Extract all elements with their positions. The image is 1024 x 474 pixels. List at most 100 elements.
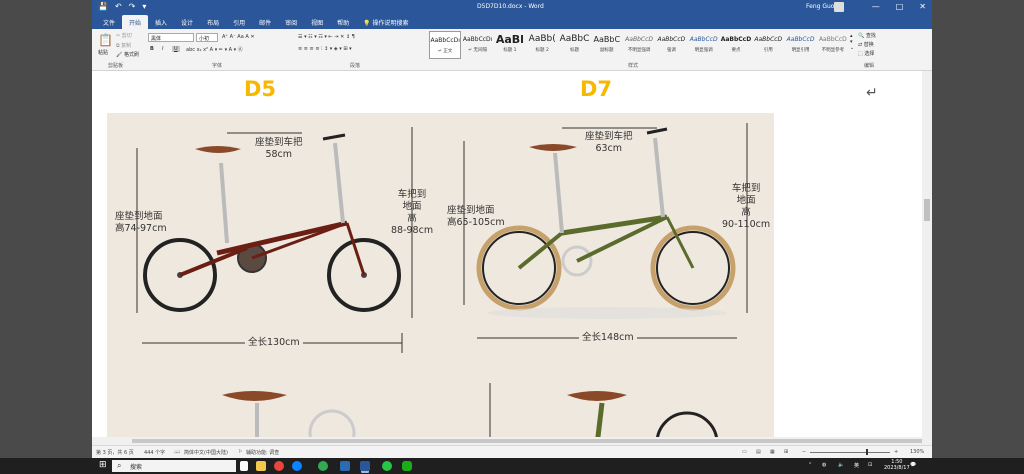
find-button[interactable]: 🔍 查找 — [858, 32, 876, 39]
font-size-select[interactable]: 小初 — [196, 33, 218, 42]
page-count[interactable]: 第 3 页，共 6 页 — [96, 449, 134, 456]
web-layout-icon[interactable]: ⊞ — [784, 449, 788, 455]
taskbar-search-box[interactable]: ⌕ 搜索 — [112, 460, 236, 472]
cut-button[interactable]: ✂ 剪切 — [116, 32, 132, 39]
zoom-slider[interactable] — [810, 452, 890, 453]
tab-insert[interactable]: 插入 — [148, 15, 174, 29]
word-taskbar-icon[interactable] — [360, 461, 370, 471]
style-item[interactable]: AaBbCcD 不明显强调 — [623, 31, 655, 59]
copy-button[interactable]: ⧉ 复制 — [116, 42, 131, 49]
save-icon[interactable]: 💾 — [98, 2, 108, 11]
edge-browser-icon[interactable] — [292, 461, 302, 471]
avatar[interactable] — [834, 2, 844, 12]
paste-icon[interactable]: 📋 — [98, 33, 113, 47]
style-name: 标题 — [569, 48, 579, 53]
input-method[interactable]: 英 — [854, 462, 859, 469]
style-item[interactable]: AaBbCcDı ↵ 正文 — [429, 31, 462, 59]
undo-icon[interactable]: ↶ — [115, 2, 122, 11]
clock-date: 2023/8/17 — [884, 465, 910, 471]
read-mode-icon[interactable]: ▤ — [756, 449, 761, 455]
tell-me-search[interactable]: 💡 操作说明搜索 — [356, 15, 415, 29]
vertical-scroll-thumb[interactable] — [924, 199, 930, 221]
bike-dimensions-image[interactable]: 座垫到车把 58cm 车把到 地面高 88-98cm 座垫到地面 高74-97cm 全长… — [107, 113, 774, 445]
ime-icon[interactable]: ⊡ — [868, 462, 872, 468]
tab-review[interactable]: 审阅 — [278, 15, 304, 29]
language-indicator[interactable]: 简体中文(中国大陆) — [184, 449, 228, 456]
font-effects-icons[interactable]: abc x₂ x² A ▾ ✏ ▾ A ▾ Ⓐ — [186, 46, 243, 53]
tab-references[interactable]: 引用 — [226, 15, 252, 29]
style-item[interactable]: AaBbCcD 强调 — [655, 31, 687, 59]
style-name: 要点 — [731, 48, 741, 53]
minimize-button[interactable]: — — [872, 2, 880, 11]
italic-button[interactable]: I — [162, 46, 163, 52]
format-painter-button[interactable]: 🖌 格式刷 — [116, 51, 139, 58]
paste-button[interactable]: 粘贴 — [98, 49, 108, 56]
customize-qat-icon[interactable]: ▾ — [142, 2, 146, 11]
proofing-icon[interactable]: 📖 — [174, 449, 180, 455]
horizontal-scrollbar[interactable] — [92, 437, 932, 445]
list-icons[interactable]: ☰ ▾ ☷ ▾ ☶ ▾ ⇤ ⇥ ✕ ↕ ¶ — [298, 34, 355, 40]
volume-icon[interactable]: 🔈 — [838, 462, 844, 468]
print-layout-icon[interactable]: ▦ — [770, 449, 775, 455]
style-item[interactable]: AaBbCcD 要点 — [720, 31, 752, 59]
tab-home[interactable]: 开始 — [122, 15, 149, 29]
underline-button[interactable]: U — [172, 46, 180, 52]
tab-file[interactable]: 文件 — [96, 15, 122, 29]
accessibility-icon[interactable]: ⚐ — [238, 449, 242, 455]
chat-app-icon[interactable] — [402, 461, 412, 471]
tab-layout[interactable]: 布局 — [200, 15, 226, 29]
style-preview: AaBl — [495, 33, 524, 46]
d7-bar-to-ground-value: 90-110cm — [722, 219, 771, 230]
search-icon: 🔍 — [858, 33, 866, 39]
network-icon[interactable]: ◍ — [822, 462, 826, 468]
style-item[interactable]: AaBbCcDı ↵ 无间隔 — [461, 31, 493, 59]
d5-bar-to-ground-label: 车把到 地面高 88-98cm — [391, 189, 433, 237]
maximize-button[interactable]: □ — [896, 2, 904, 11]
tab-help[interactable]: 帮助 — [330, 15, 356, 29]
clock[interactable]: 1:50 2023/8/17 — [884, 459, 910, 471]
d7-bike-drawing — [476, 127, 736, 319]
style-item[interactable]: AaBb(标题 2 — [526, 31, 558, 59]
vertical-scrollbar[interactable] — [922, 71, 932, 437]
app-red-icon[interactable] — [274, 461, 284, 471]
replace-button[interactable]: ⇄ 替换 — [858, 41, 874, 48]
style-item[interactable]: AaBbC 副标题 — [591, 31, 623, 59]
task-view-icon[interactable] — [240, 461, 248, 471]
file-explorer-icon[interactable] — [256, 461, 266, 471]
select-button[interactable]: ⬚ 选择 — [858, 50, 874, 57]
style-item[interactable]: AaBbC 标题 — [558, 31, 590, 59]
zoom-level[interactable]: 130% — [910, 449, 924, 455]
styles-more-icon[interactable]: ▴ ▾ ⌄ — [850, 33, 854, 51]
word-count[interactable]: 444 个字 — [144, 449, 165, 456]
focus-mode-icon[interactable]: ▭ — [742, 449, 747, 455]
tab-view[interactable]: 视图 — [304, 15, 330, 29]
start-windows-icon[interactable]: ⊞ — [99, 460, 109, 470]
zoom-out-icon[interactable]: − — [802, 449, 806, 455]
accessibility-status[interactable]: 辅助功能: 调查 — [246, 449, 279, 456]
user-name[interactable]: Feng Guo — [806, 3, 834, 10]
bold-button[interactable]: B — [150, 46, 154, 52]
close-button[interactable]: ✕ — [919, 2, 926, 11]
document-canvas[interactable]: D5 D7 ↵ 座垫到车把 58cm 车把到 地面 高 88-98cm 座垫到地… — [92, 71, 932, 445]
font-name-select[interactable]: 黑体 — [148, 33, 194, 42]
horizontal-scroll-thumb[interactable] — [132, 439, 922, 443]
zoom-in-icon[interactable]: + — [894, 449, 898, 455]
align-icons[interactable]: ≡ ≡ ≡ ≡ ⫶ ↕ ▾ ◈ ▾ ⊞ ▾ — [298, 46, 352, 52]
tab-mailings[interactable]: 邮件 — [252, 15, 278, 29]
style-item[interactable]: AaBbCcD 引用 — [752, 31, 784, 59]
style-item[interactable]: AaBbCcD 不明显参考 — [817, 31, 849, 59]
style-name: 标题 1 — [503, 48, 517, 53]
chrome-icon[interactable] — [318, 461, 328, 471]
tab-design[interactable]: 设计 — [174, 15, 200, 29]
style-item[interactable]: AaBl 标题 1 — [494, 31, 526, 59]
notifications-icon[interactable]: 💬 — [910, 462, 916, 468]
tray-overflow-icon[interactable]: ⌃ — [808, 462, 812, 468]
zoom-slider-thumb[interactable] — [866, 449, 868, 455]
style-item[interactable]: AaBbCcD 明显强调 — [688, 31, 720, 59]
grow-font-icon[interactable]: A⁺ A⁻ Aa A ✕ — [222, 34, 255, 40]
mail-app-icon[interactable] — [340, 461, 350, 471]
wechat-icon[interactable] — [382, 461, 392, 471]
style-item[interactable]: AaBbCcD 明显引用 — [784, 31, 816, 59]
redo-icon[interactable]: ↷ — [129, 2, 136, 11]
windows-taskbar: ⊞ ⌕ 搜索 ⌃ ◍ 🔈 英 ⊡ 1:50 2023/8/17 💬 — [0, 458, 1024, 474]
